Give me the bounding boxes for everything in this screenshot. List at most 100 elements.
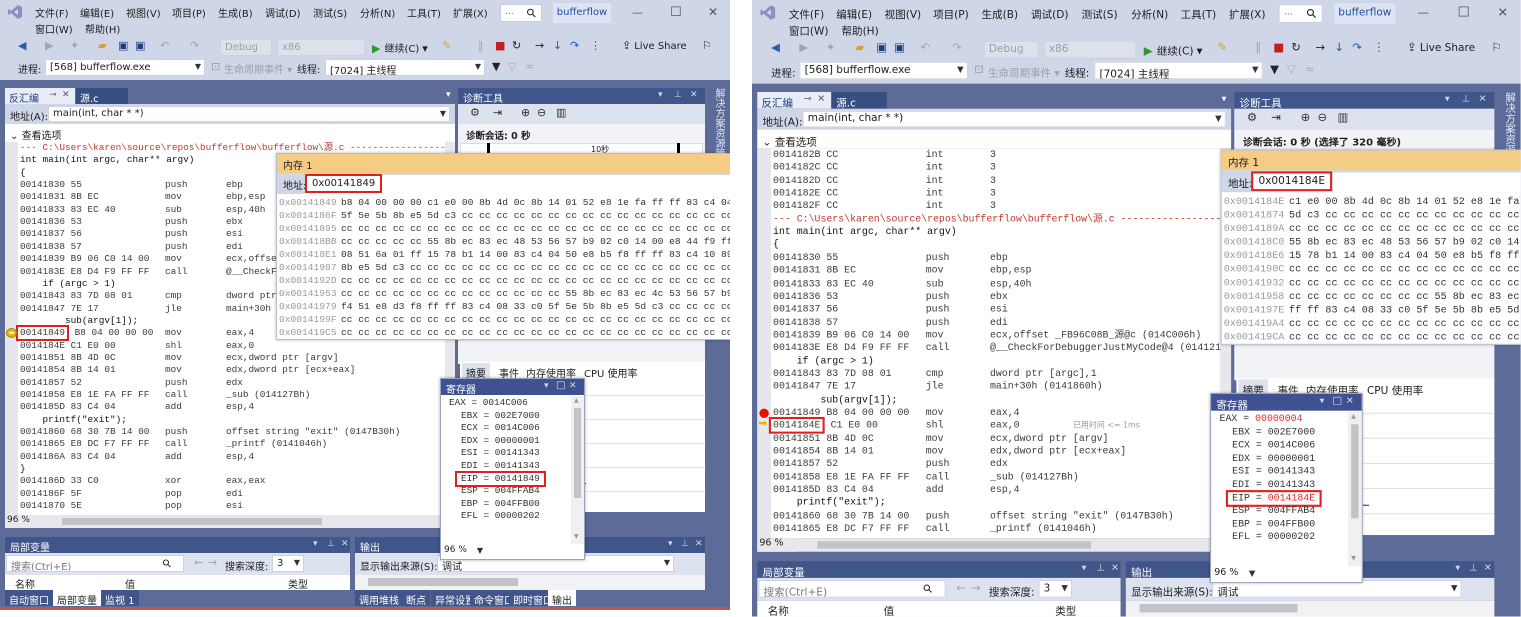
view-options-toggle[interactable]: ⌄ 查看选项 (763, 133, 817, 148)
pin-icon[interactable]: ⊥ (674, 91, 682, 100)
locals-column-header[interactable]: 名称 (768, 602, 789, 616)
thread-dropdown[interactable]: [7024] 主线程 ▼ (325, 59, 485, 76)
output-horizontal-scrollbar[interactable] (368, 578, 518, 586)
menu-4[interactable]: 生成(B) (218, 5, 253, 20)
undo-icon[interactable]: ↶ (160, 40, 169, 51)
dropdown-icon[interactable]: ▾ (1320, 397, 1325, 406)
save-all-icon[interactable]: ▣ (135, 40, 145, 51)
open-file-icon[interactable]: ▰ (98, 40, 106, 51)
menu-8[interactable]: 工具(T) (407, 5, 441, 20)
step-out-icon[interactable]: ⋮ (590, 40, 601, 51)
show-next-statement-icon[interactable]: → (535, 40, 544, 51)
locals-column-header[interactable]: 值 (884, 602, 895, 616)
scroll-up-icon[interactable]: ▲ (1351, 413, 1356, 420)
bottom-tab-left-0[interactable]: 自动窗口 (5, 590, 53, 607)
search-icon[interactable]: ⚲ (523, 5, 539, 21)
tab-list-icon[interactable]: ▾ (1222, 95, 1227, 104)
restart-icon[interactable]: ↻ (512, 40, 521, 51)
locals-search-input[interactable]: 搜索(Ctrl+E) ⚲ (6, 555, 184, 572)
chart-icon[interactable]: ▥ (556, 107, 566, 118)
scroll-down-icon[interactable]: ▼ (1351, 555, 1356, 562)
close-icon[interactable]: ✕ (341, 540, 349, 549)
find-icon[interactable]: ✎ (1217, 42, 1227, 53)
view-options-toggle[interactable]: ⌄ 查看选项 (10, 127, 62, 142)
menu-3[interactable]: 项目(P) (172, 5, 206, 20)
flag-icon[interactable]: ≈ (1305, 64, 1315, 75)
step-over-icon[interactable]: ↷ (1352, 42, 1362, 53)
redo-icon[interactable]: ↷ (190, 40, 199, 51)
search-icon[interactable]: ⚲ (920, 581, 936, 597)
live-share-button[interactable]: ⇪ Live Share (1407, 42, 1475, 55)
close-icon[interactable]: ✕ (1484, 564, 1492, 573)
thread-dropdown[interactable]: [7024] 主线程 ▼ (1094, 61, 1263, 80)
feedback-icon[interactable]: ⚐ (1491, 42, 1501, 53)
menu-1[interactable]: 编辑(E) (836, 5, 872, 20)
forward-arrow-icon[interactable]: → (208, 557, 217, 568)
flag-icon[interactable]: ≈ (525, 61, 534, 72)
back-arrow-icon[interactable]: ← (194, 557, 203, 568)
menu-6[interactable]: 测试(S) (313, 5, 347, 20)
new-project-icon[interactable]: ✦ (70, 40, 79, 51)
pin-icon[interactable]: ⊥ (327, 540, 335, 549)
menu-0[interactable]: 文件(F) (789, 5, 824, 20)
locals-column-header[interactable]: 类型 (288, 576, 308, 591)
redo-icon[interactable]: ↷ (952, 42, 962, 53)
nav-forward-icon[interactable]: ▶ (799, 42, 808, 53)
address-input[interactable]: main(int, char * *) ▼ (48, 106, 450, 122)
dropdown-icon[interactable]: ▾ (1455, 564, 1460, 573)
bottom-tab-right-0[interactable]: 调用堆栈 (355, 590, 403, 607)
menu-7[interactable]: 分析(N) (1131, 5, 1168, 20)
step-over-icon[interactable]: ↷ (570, 40, 579, 51)
process-dropdown[interactable]: [568] bufferflow.exe ▼ (799, 61, 968, 80)
diagnostics-tab-3[interactable]: CPU 使用率 (580, 363, 642, 380)
nav-back-icon[interactable]: ◀ (18, 40, 26, 51)
registers-vertical-scrollbar[interactable]: ▲ ▼ (571, 396, 584, 544)
minimize-icon[interactable]: — (1417, 7, 1429, 18)
stop-icon[interactable]: ■ (1273, 42, 1284, 53)
pin-icon[interactable]: ⊥ (1462, 95, 1470, 104)
bottom-tab-left-1[interactable]: 局部变量 (53, 590, 101, 607)
close-icon[interactable]: ✕ (1498, 6, 1509, 19)
filter-clear-icon[interactable]: ▽ (508, 61, 516, 72)
zoom-dropdown[interactable]: 96 % (5, 515, 43, 528)
search-icon[interactable]: ⚲ (160, 556, 175, 571)
dropdown-icon[interactable]: ▾ (668, 540, 673, 549)
export-icon[interactable]: ⇥ (1271, 112, 1281, 123)
new-project-icon[interactable]: ✦ (826, 42, 836, 53)
pin-icon[interactable]: ⊥ (681, 540, 689, 549)
pause-icon[interactable]: ‖ (1255, 42, 1261, 53)
memory-address-input[interactable]: 0x0014184E (1251, 171, 1521, 193)
save-icon[interactable]: ▣ (876, 42, 887, 53)
back-arrow-icon[interactable]: ← (956, 582, 966, 593)
menu-3[interactable]: 项目(P) (933, 5, 969, 20)
minimize-icon[interactable]: — (632, 7, 643, 18)
close-icon[interactable]: ✕ (569, 382, 577, 391)
registers-zoom-dropdown[interactable]: 96 % ▼ (1211, 567, 1259, 583)
zoom-in-icon[interactable]: ⊕ (521, 107, 530, 118)
chart-icon[interactable]: ▥ (1337, 112, 1348, 123)
breakpoint-icon[interactable] (759, 408, 769, 418)
settings-gear-icon[interactable]: ⚙ (470, 107, 480, 118)
menu-10[interactable]: 窗口(W) (35, 21, 73, 36)
close-icon[interactable]: ✕ (817, 95, 825, 104)
diagnostics-tab-3[interactable]: CPU 使用率 (1363, 379, 1428, 397)
dropdown-icon[interactable]: ▾ (1445, 95, 1450, 104)
menu-9[interactable]: 扩展(X) (1229, 5, 1265, 20)
forward-arrow-icon[interactable]: → (971, 582, 981, 593)
pin-icon[interactable]: ⊸ (804, 95, 812, 104)
close-icon[interactable]: ✕ (62, 91, 70, 100)
search-box[interactable]: ... ⚲ (1278, 4, 1323, 23)
locals-search-input[interactable]: 搜索(Ctrl+E) ⚲ (758, 579, 946, 598)
close-icon[interactable]: ✕ (1111, 564, 1119, 573)
registers-zoom-dropdown[interactable]: 96 % ▼ (441, 545, 486, 559)
address-input[interactable]: main(int, char * *) ▼ (802, 110, 1226, 128)
nav-back-icon[interactable]: ◀ (771, 42, 780, 53)
menu-8[interactable]: 工具(T) (1181, 5, 1217, 20)
diagnostics-tab-2[interactable]: 内存使用率 (522, 363, 580, 380)
feedback-icon[interactable]: ⚐ (702, 40, 712, 51)
settings-gear-icon[interactable]: ⚙ (1247, 112, 1257, 123)
tab-disassembly[interactable]: 反汇编 ⊸ ✕ (757, 91, 831, 110)
filter-icon[interactable]: ▼ (1270, 64, 1279, 75)
tab-disassembly[interactable]: 反汇编 ⊸ ✕ (5, 88, 75, 105)
locals-column-header[interactable]: 名称 (15, 576, 35, 591)
